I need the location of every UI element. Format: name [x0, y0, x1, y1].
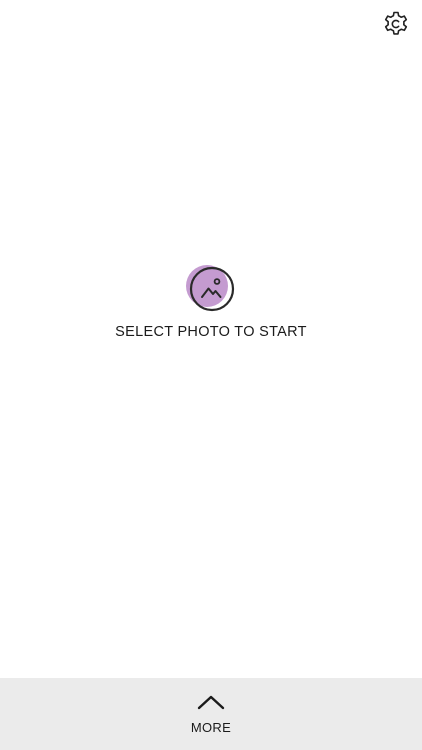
more-bar[interactable]: MORE — [0, 678, 422, 750]
select-photo-area[interactable]: SELECT PHOTO TO START — [0, 262, 422, 340]
settings-button[interactable] — [382, 10, 410, 38]
select-photo-prompt: SELECT PHOTO TO START — [115, 324, 307, 340]
more-label: MORE — [190, 720, 232, 735]
app-screen: SELECT PHOTO TO START MORE — [0, 0, 422, 750]
gear-icon — [382, 10, 410, 38]
chevron-up-icon — [197, 694, 225, 710]
image-picker-icon — [183, 262, 239, 318]
